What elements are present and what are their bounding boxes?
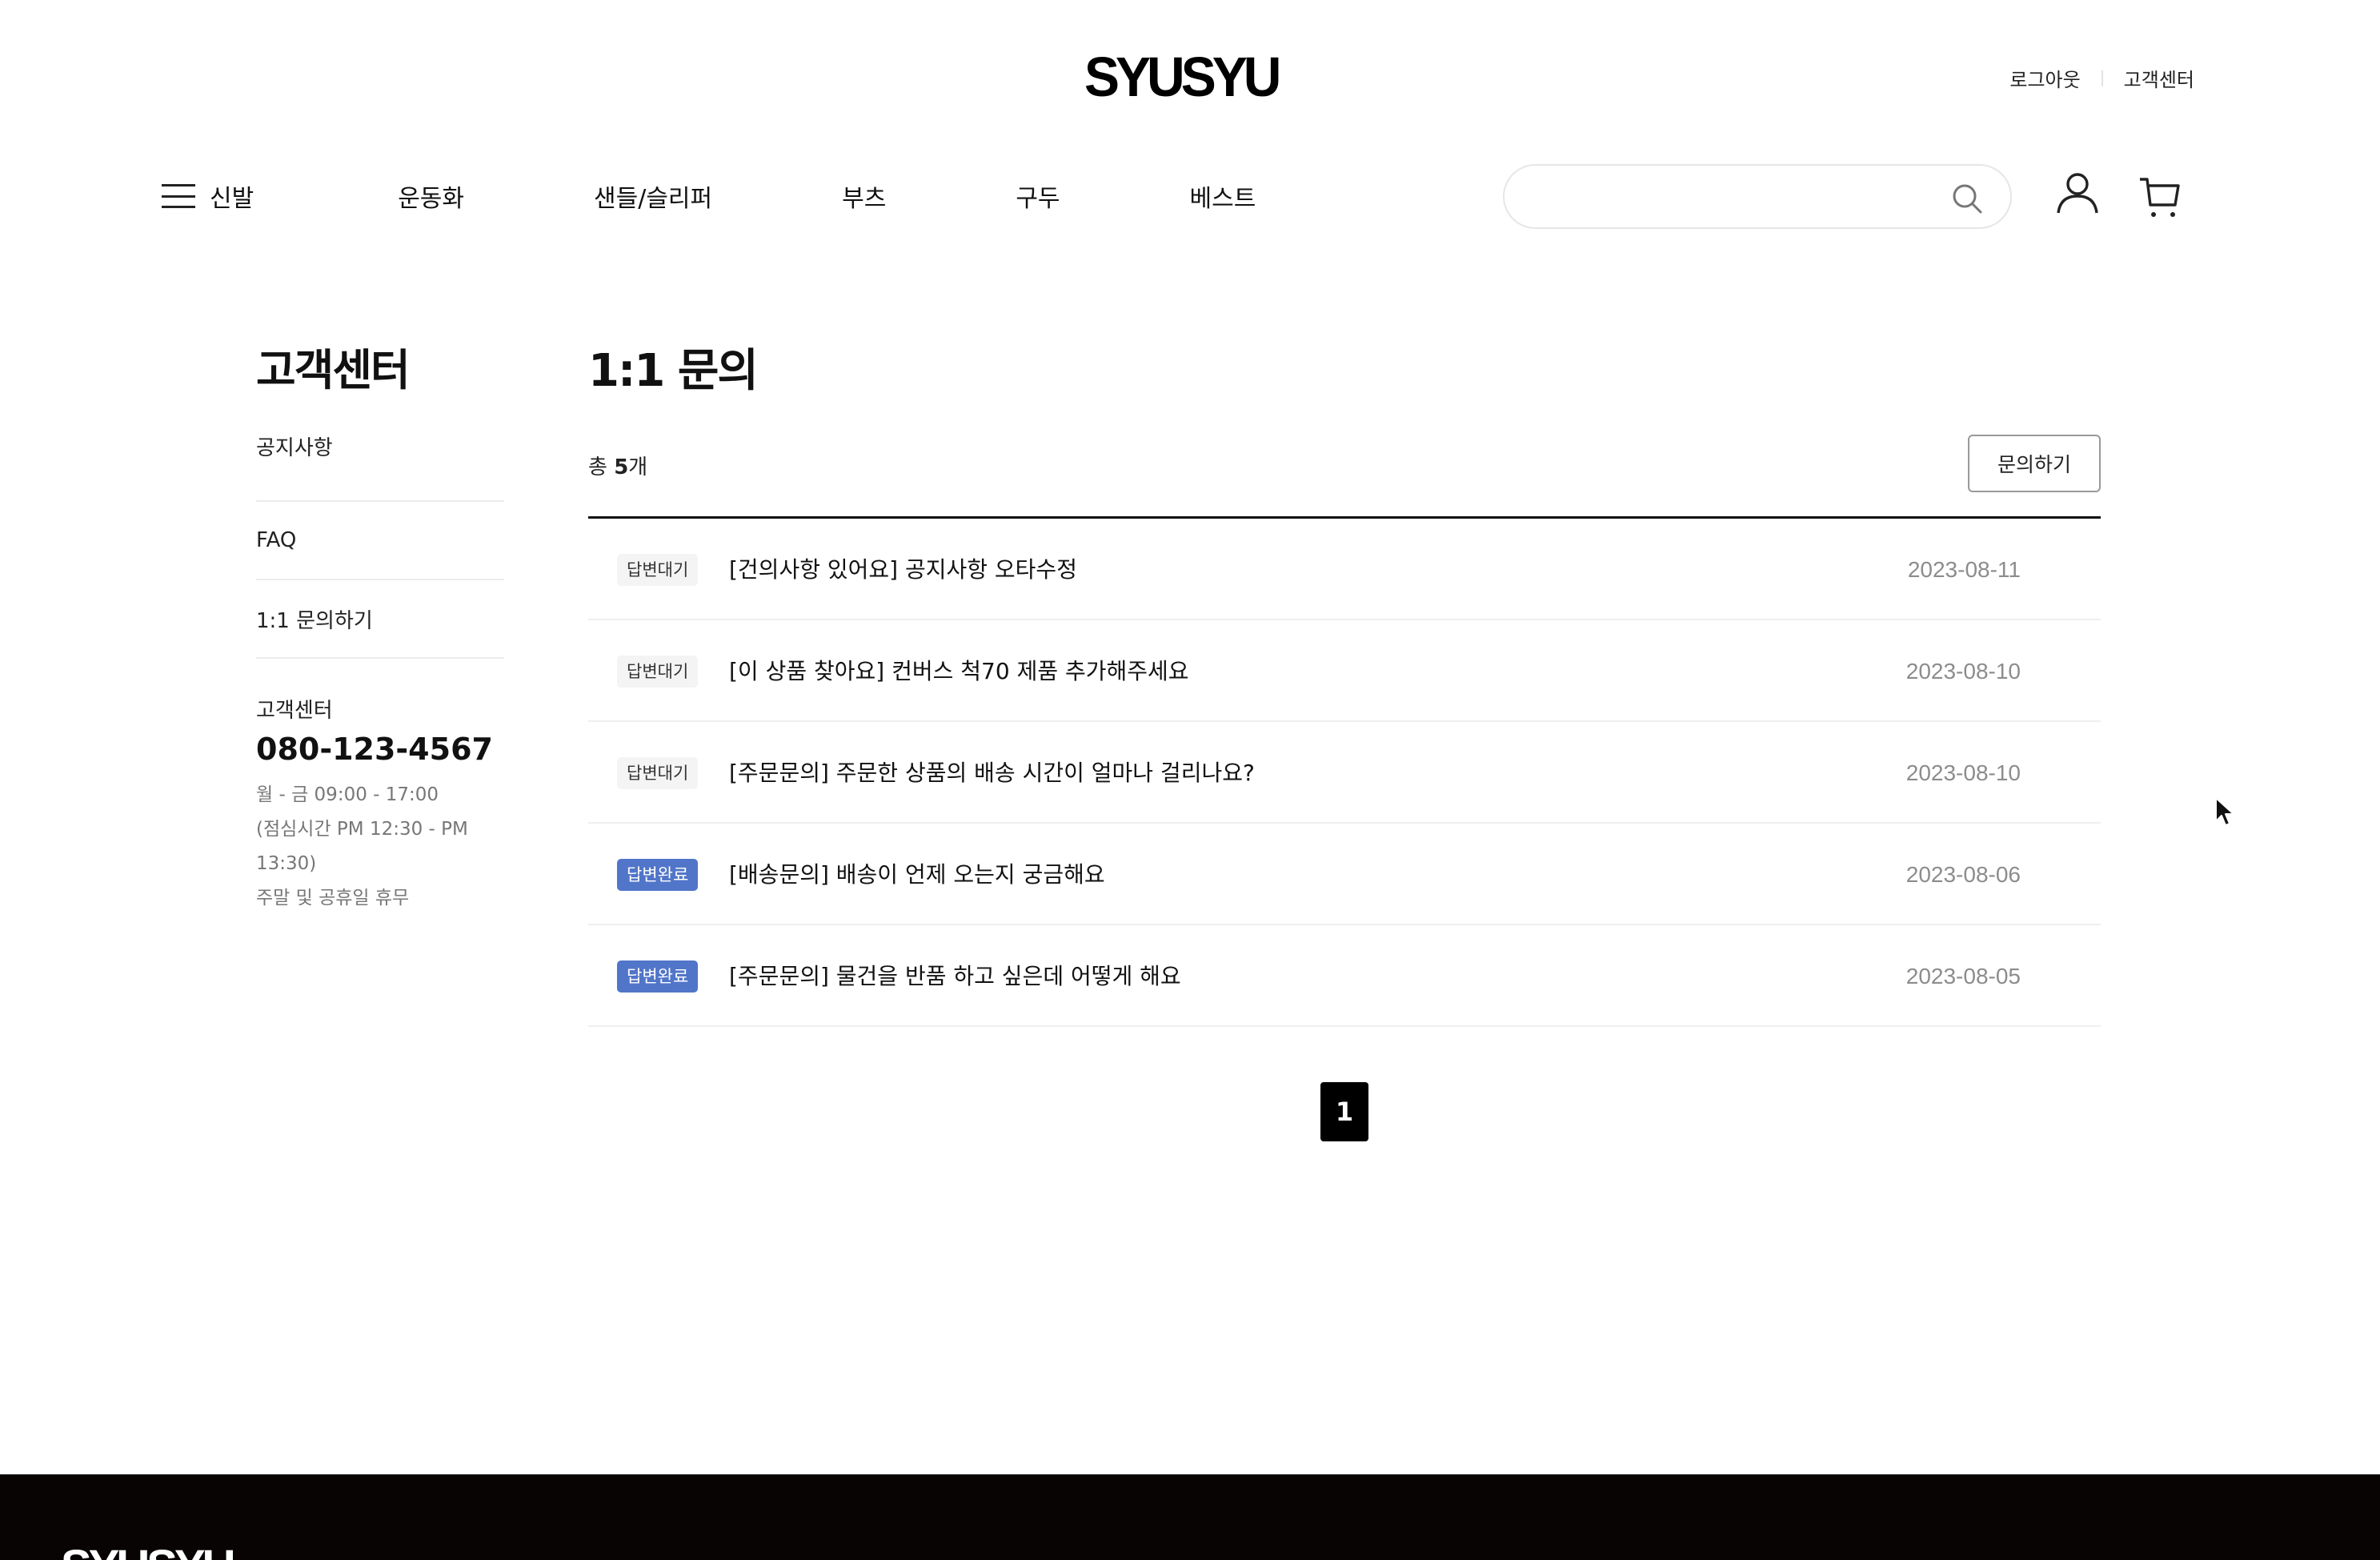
nav-item-boots[interactable]: 부츠 bbox=[842, 178, 886, 214]
main-content: 1:1 문의 총 5개 문의하기 답변대기 [건의사항 있어요] 공지사항 오타… bbox=[588, 335, 2101, 1027]
user-icon[interactable] bbox=[2055, 171, 2100, 216]
status-badge: 답변완료 bbox=[617, 960, 699, 993]
table-row[interactable]: 답변완료 [배송문의] 배송이 언제 오는지 궁금해요 2023-08-06 bbox=[588, 824, 2101, 925]
cs-hours-line: 13:30) bbox=[256, 853, 317, 874]
nav-item-shoes[interactable]: 신발 bbox=[210, 178, 254, 214]
inquiry-date: 2023-08-11 bbox=[1907, 557, 2021, 582]
site-logo[interactable]: SYUSYU bbox=[1084, 45, 1281, 109]
count-suffix: 개 bbox=[628, 455, 648, 479]
cart-icon[interactable] bbox=[2138, 174, 2183, 219]
cs-hours-line: 월 - 금 09:00 - 17:00 bbox=[256, 784, 439, 805]
ask-button[interactable]: 문의하기 bbox=[1968, 435, 2101, 492]
count-prefix: 총 bbox=[588, 455, 607, 479]
inquiry-date: 2023-08-05 bbox=[1905, 964, 2021, 989]
main-nav: 신발 운동화 샌들/슬리퍼 부츠 구두 베스트 bbox=[162, 176, 1256, 216]
status-badge: 답변완료 bbox=[617, 859, 699, 891]
nav-item-sandals[interactable]: 샌들/슬리퍼 bbox=[594, 178, 712, 214]
total-count: 총 5개 bbox=[588, 451, 647, 480]
cs-phone: 080-123-4567 bbox=[256, 732, 493, 767]
search-input[interactable] bbox=[1529, 178, 1929, 215]
status-badge: 답변대기 bbox=[617, 757, 699, 789]
top-links: 로그아웃 고객센터 bbox=[2009, 64, 2194, 92]
nav-item-sneakers[interactable]: 운동화 bbox=[398, 178, 464, 214]
table-row[interactable]: 답변대기 [이 상품 찾아요] 컨버스 척70 제품 추가해주세요 2023-0… bbox=[588, 620, 2101, 722]
inquiry-list: 답변대기 [건의사항 있어요] 공지사항 오타수정 2023-08-11 답변대… bbox=[588, 516, 2101, 1027]
customer-center-link[interactable]: 고객센터 bbox=[2124, 64, 2194, 92]
cs-hours-line: (점심시간 PM 12:30 - PM bbox=[256, 819, 468, 840]
table-row[interactable]: 답변대기 [건의사항 있어요] 공지사항 오타수정 2023-08-11 bbox=[588, 519, 2101, 620]
search-icon[interactable] bbox=[1951, 182, 1983, 215]
customer-service-info: 고객센터 080-123-4567 월 - 금 09:00 - 17:00 (점… bbox=[256, 694, 504, 916]
logout-link[interactable]: 로그아웃 bbox=[2009, 64, 2080, 92]
inquiry-date: 2023-08-10 bbox=[1905, 760, 2021, 785]
page-number-button[interactable]: 1 bbox=[1320, 1082, 1368, 1141]
table-row[interactable]: 답변대기 [주문문의] 주문한 상품의 배송 시간이 얼마나 걸리나요? 202… bbox=[588, 722, 2101, 824]
sidebar-item-inquiry[interactable]: 1:1 문의하기 bbox=[256, 580, 504, 659]
count-value: 5 bbox=[614, 455, 629, 479]
status-badge: 답변대기 bbox=[617, 554, 699, 586]
menu-icon[interactable] bbox=[162, 184, 195, 208]
inquiry-date: 2023-08-06 bbox=[1905, 862, 2021, 887]
table-row[interactable]: 답변완료 [주문문의] 물건을 반품 하고 싶은데 어떻게 해요 2023-08… bbox=[588, 925, 2101, 1027]
inquiry-title[interactable]: [이 상품 찾아요] 컨버스 척70 제품 추가해주세요 bbox=[729, 656, 1189, 688]
sidebar: 고객센터 공지사항 FAQ 1:1 문의하기 고객센터 080-123-4567… bbox=[256, 335, 504, 916]
sidebar-item-faq[interactable]: FAQ bbox=[256, 502, 504, 580]
footer-logo: SYUSYU bbox=[61, 1540, 236, 1560]
list-toolbar: 총 5개 문의하기 bbox=[588, 417, 2101, 516]
sidebar-title: 고객센터 bbox=[256, 345, 411, 395]
sidebar-item-notice[interactable]: 공지사항 bbox=[256, 431, 504, 502]
inquiry-title[interactable]: [배송문의] 배송이 언제 오는지 궁금해요 bbox=[729, 859, 1105, 891]
divider bbox=[2101, 70, 2103, 86]
page-title: 1:1 문의 bbox=[588, 345, 759, 397]
status-badge: 답변대기 bbox=[617, 656, 699, 688]
cs-hours: 월 - 금 09:00 - 17:00 (점심시간 PM 12:30 - PM … bbox=[256, 778, 504, 916]
nav-item-dress-shoes[interactable]: 구두 bbox=[1016, 178, 1060, 214]
nav-item-best[interactable]: 베스트 bbox=[1190, 178, 1256, 214]
cs-hours-line: 주말 및 공휴일 휴무 bbox=[256, 888, 410, 908]
search-box bbox=[1503, 164, 2012, 229]
inquiry-title[interactable]: [건의사항 있어요] 공지사항 오타수정 bbox=[729, 554, 1077, 586]
sidebar-menu: 공지사항 FAQ 1:1 문의하기 bbox=[256, 431, 504, 659]
page: SYUSYU 로그아웃 고객센터 신발 운동화 샌들/슬리퍼 부츠 구두 베스트… bbox=[0, 0, 2380, 1560]
cs-title: 고객센터 bbox=[256, 699, 333, 723]
inquiry-date: 2023-08-10 bbox=[1905, 659, 2021, 684]
footer: SYUSYU bbox=[0, 1474, 2380, 1560]
inquiry-title[interactable]: [주문문의] 주문한 상품의 배송 시간이 얼마나 걸리나요? bbox=[729, 757, 1255, 789]
mouse-cursor-icon bbox=[2215, 797, 2234, 826]
inquiry-title[interactable]: [주문문의] 물건을 반품 하고 싶은데 어떻게 해요 bbox=[729, 960, 1181, 993]
